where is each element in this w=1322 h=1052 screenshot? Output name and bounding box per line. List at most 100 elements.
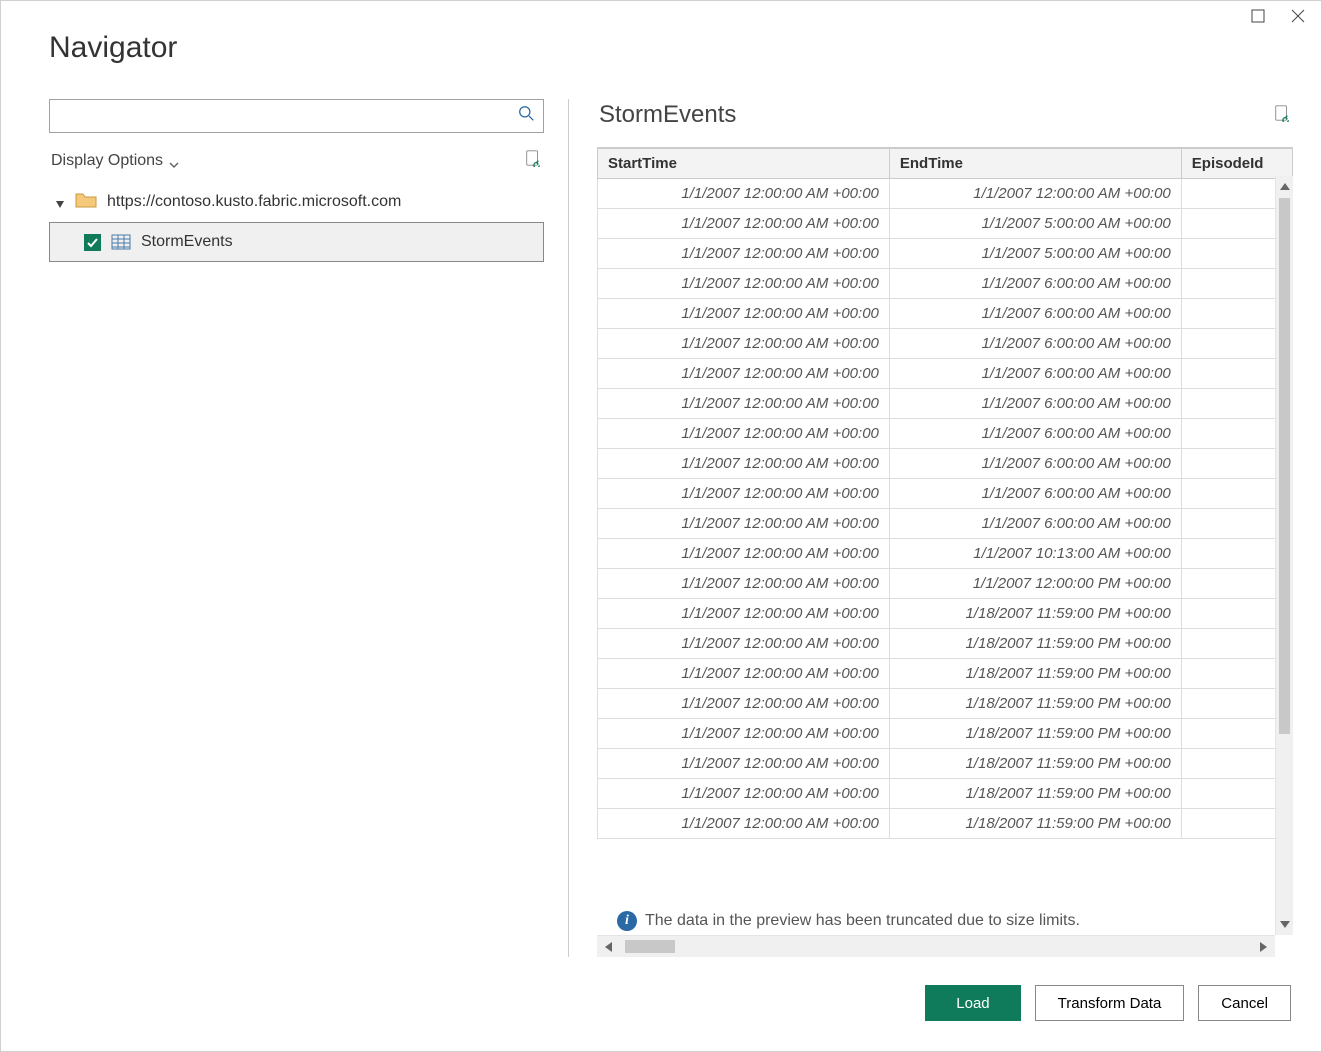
cell-endtime: 1/1/2007 5:00:00 AM +00:00: [889, 239, 1181, 269]
tree-item-stormevents[interactable]: StormEvents: [49, 222, 544, 262]
search-icon: [518, 105, 535, 127]
cell-starttime: 1/1/2007 12:00:00 AM +00:00: [598, 449, 890, 479]
cell-starttime: 1/1/2007 12:00:00 AM +00:00: [598, 209, 890, 239]
col-endtime[interactable]: EndTime: [889, 149, 1181, 179]
cell-endtime: 1/18/2007 11:59:00 PM +00:00: [889, 689, 1181, 719]
truncation-message: i The data in the preview has been trunc…: [613, 909, 1084, 933]
cell-endtime: 1/1/2007 6:00:00 AM +00:00: [889, 269, 1181, 299]
load-button[interactable]: Load: [925, 985, 1020, 1021]
cell-starttime: 1/1/2007 12:00:00 AM +00:00: [598, 659, 890, 689]
cell-endtime: 1/18/2007 11:59:00 PM +00:00: [889, 749, 1181, 779]
cell-starttime: 1/1/2007 12:00:00 AM +00:00: [598, 809, 890, 839]
vertical-scrollbar[interactable]: [1275, 176, 1293, 935]
cell-starttime: 1/1/2007 12:00:00 AM +00:00: [598, 239, 890, 269]
collapse-icon[interactable]: [55, 197, 65, 207]
maximize-icon[interactable]: [1249, 7, 1267, 25]
horizontal-scrollbar[interactable]: [597, 935, 1275, 957]
cell-endtime: 1/1/2007 6:00:00 AM +00:00: [889, 389, 1181, 419]
cell-starttime: 1/1/2007 12:00:00 AM +00:00: [598, 269, 890, 299]
cell-endtime: 1/18/2007 11:59:00 PM +00:00: [889, 779, 1181, 809]
table-icon: [111, 234, 131, 250]
cell-starttime: 1/1/2007 12:00:00 AM +00:00: [598, 629, 890, 659]
folder-icon: [75, 191, 97, 214]
table-row[interactable]: 1/1/2007 12:00:00 AM +00:001/18/2007 11:…: [598, 629, 1293, 659]
table-row[interactable]: 1/1/2007 12:00:00 AM +00:001/1/2007 12:0…: [598, 569, 1293, 599]
search-input[interactable]: [60, 108, 518, 125]
cancel-button[interactable]: Cancel: [1198, 985, 1291, 1021]
transform-data-button[interactable]: Transform Data: [1035, 985, 1185, 1021]
page-title: Navigator: [1, 1, 1321, 65]
table-row[interactable]: 1/1/2007 12:00:00 AM +00:001/1/2007 10:1…: [598, 539, 1293, 569]
tree-root-label: https://contoso.kusto.fabric.microsoft.c…: [107, 193, 401, 211]
table-row[interactable]: 1/1/2007 12:00:00 AM +00:001/1/2007 5:00…: [598, 209, 1293, 239]
cell-starttime: 1/1/2007 12:00:00 AM +00:00: [598, 779, 890, 809]
cell-endtime: 1/1/2007 10:13:00 AM +00:00: [889, 539, 1181, 569]
table-row[interactable]: 1/1/2007 12:00:00 AM +00:001/1/2007 6:00…: [598, 359, 1293, 389]
horizontal-scroll-thumb[interactable]: [625, 940, 675, 953]
table-row[interactable]: 1/1/2007 12:00:00 AM +00:001/1/2007 6:00…: [598, 329, 1293, 359]
vertical-scroll-thumb[interactable]: [1279, 198, 1290, 734]
cell-endtime: 1/1/2007 6:00:00 AM +00:00: [889, 299, 1181, 329]
cell-endtime: 1/18/2007 11:59:00 PM +00:00: [889, 599, 1181, 629]
table-row[interactable]: 1/1/2007 12:00:00 AM +00:001/18/2007 11:…: [598, 599, 1293, 629]
scroll-right-icon[interactable]: [1251, 941, 1275, 953]
cell-endtime: 1/1/2007 5:00:00 AM +00:00: [889, 209, 1181, 239]
cell-endtime: 1/18/2007 11:59:00 PM +00:00: [889, 659, 1181, 689]
col-starttime[interactable]: StartTime: [598, 149, 890, 179]
scroll-up-icon[interactable]: [1276, 176, 1293, 198]
cell-starttime: 1/1/2007 12:00:00 AM +00:00: [598, 749, 890, 779]
cell-starttime: 1/1/2007 12:00:00 AM +00:00: [598, 569, 890, 599]
cell-endtime: 1/1/2007 6:00:00 AM +00:00: [889, 509, 1181, 539]
refresh-preview-icon[interactable]: [1273, 104, 1291, 127]
col-episodeid[interactable]: EpisodeId: [1181, 149, 1292, 179]
tree-root[interactable]: https://contoso.kusto.fabric.microsoft.c…: [49, 182, 544, 222]
cell-endtime: 1/1/2007 12:00:00 AM +00:00: [889, 179, 1181, 209]
checkbox-checked-icon[interactable]: [84, 234, 101, 251]
display-options-label: Display Options: [51, 152, 163, 170]
table-row[interactable]: 1/1/2007 12:00:00 AM +00:001/1/2007 6:00…: [598, 389, 1293, 419]
refresh-icon[interactable]: [524, 149, 542, 172]
cell-endtime: 1/1/2007 6:00:00 AM +00:00: [889, 359, 1181, 389]
preview-table: StartTime EndTime EpisodeId 1/1/2007 12:…: [597, 148, 1293, 839]
table-row[interactable]: 1/1/2007 12:00:00 AM +00:001/1/2007 12:0…: [598, 179, 1293, 209]
table-row[interactable]: 1/1/2007 12:00:00 AM +00:001/1/2007 6:00…: [598, 419, 1293, 449]
table-row[interactable]: 1/1/2007 12:00:00 AM +00:001/1/2007 6:00…: [598, 479, 1293, 509]
chevron-down-icon: [169, 156, 179, 166]
cell-starttime: 1/1/2007 12:00:00 AM +00:00: [598, 329, 890, 359]
table-row[interactable]: 1/1/2007 12:00:00 AM +00:001/1/2007 6:00…: [598, 449, 1293, 479]
scroll-down-icon[interactable]: [1276, 913, 1293, 935]
cell-endtime: 1/18/2007 11:59:00 PM +00:00: [889, 809, 1181, 839]
search-input-wrap[interactable]: [49, 99, 544, 133]
truncation-text: The data in the preview has been truncat…: [645, 912, 1080, 930]
table-row[interactable]: 1/1/2007 12:00:00 AM +00:001/1/2007 6:00…: [598, 509, 1293, 539]
table-row[interactable]: 1/1/2007 12:00:00 AM +00:001/1/2007 5:00…: [598, 239, 1293, 269]
navigator-tree-pane: Display Options https://contoso.kusto.fa…: [49, 99, 569, 957]
cell-starttime: 1/1/2007 12:00:00 AM +00:00: [598, 389, 890, 419]
display-options-dropdown[interactable]: Display Options: [51, 152, 179, 170]
cell-starttime: 1/1/2007 12:00:00 AM +00:00: [598, 359, 890, 389]
preview-title: StormEvents: [599, 101, 736, 129]
table-row[interactable]: 1/1/2007 12:00:00 AM +00:001/18/2007 11:…: [598, 659, 1293, 689]
table-row[interactable]: 1/1/2007 12:00:00 AM +00:001/18/2007 11:…: [598, 719, 1293, 749]
info-icon: i: [617, 911, 637, 931]
table-row[interactable]: 1/1/2007 12:00:00 AM +00:001/1/2007 6:00…: [598, 299, 1293, 329]
cell-starttime: 1/1/2007 12:00:00 AM +00:00: [598, 299, 890, 329]
cell-starttime: 1/1/2007 12:00:00 AM +00:00: [598, 509, 890, 539]
cell-starttime: 1/1/2007 12:00:00 AM +00:00: [598, 419, 890, 449]
scroll-left-icon[interactable]: [597, 941, 621, 953]
cell-starttime: 1/1/2007 12:00:00 AM +00:00: [598, 479, 890, 509]
table-row[interactable]: 1/1/2007 12:00:00 AM +00:001/18/2007 11:…: [598, 809, 1293, 839]
cell-starttime: 1/1/2007 12:00:00 AM +00:00: [598, 179, 890, 209]
cell-starttime: 1/1/2007 12:00:00 AM +00:00: [598, 539, 890, 569]
cell-endtime: 1/1/2007 6:00:00 AM +00:00: [889, 449, 1181, 479]
table-row[interactable]: 1/1/2007 12:00:00 AM +00:001/18/2007 11:…: [598, 689, 1293, 719]
table-row[interactable]: 1/1/2007 12:00:00 AM +00:001/18/2007 11:…: [598, 749, 1293, 779]
cell-endtime: 1/18/2007 11:59:00 PM +00:00: [889, 719, 1181, 749]
close-icon[interactable]: [1289, 7, 1307, 25]
cell-starttime: 1/1/2007 12:00:00 AM +00:00: [598, 719, 890, 749]
cell-starttime: 1/1/2007 12:00:00 AM +00:00: [598, 599, 890, 629]
table-row[interactable]: 1/1/2007 12:00:00 AM +00:001/1/2007 6:00…: [598, 269, 1293, 299]
tree-item-label: StormEvents: [141, 233, 233, 251]
cell-endtime: 1/1/2007 6:00:00 AM +00:00: [889, 479, 1181, 509]
table-row[interactable]: 1/1/2007 12:00:00 AM +00:001/18/2007 11:…: [598, 779, 1293, 809]
